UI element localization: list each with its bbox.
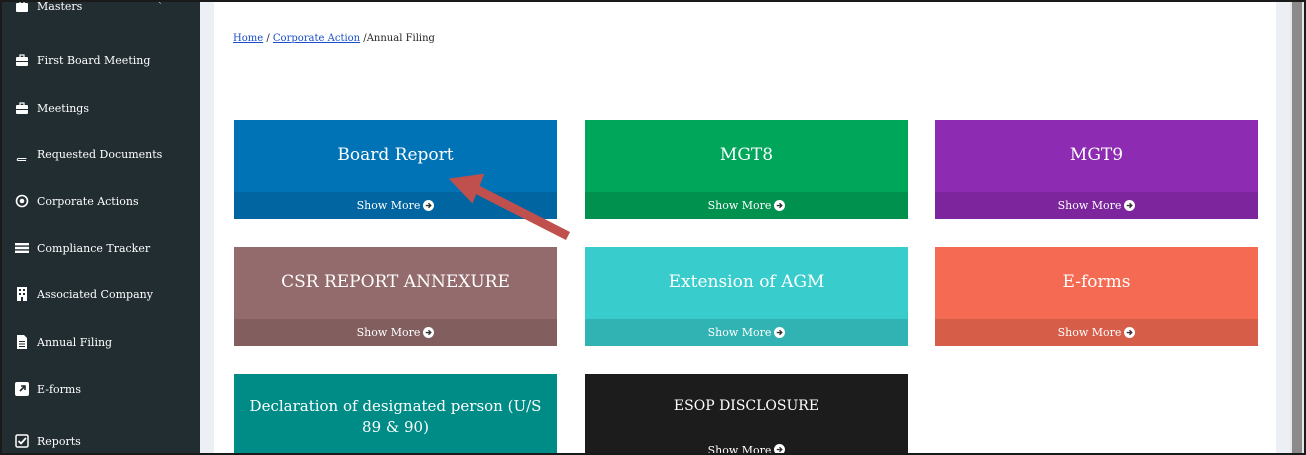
sidebar-item-label: First Board Meeting — [37, 53, 151, 67]
card-extension-of-agm[interactable]: Extension of AGM Show More — [585, 247, 908, 346]
sidebar-item-label: Meetings — [37, 101, 89, 115]
breadcrumb-current: Annual Filing — [366, 33, 435, 44]
scrollbar-thumb[interactable] — [1292, 2, 1302, 453]
sidebar-item-e-forms[interactable]: E-forms — [2, 369, 200, 409]
card-mgt8[interactable]: MGT8 Show More — [585, 120, 908, 219]
card-title: CSR REPORT ANNEXURE — [281, 272, 510, 293]
show-more-link[interactable]: Show More — [234, 319, 557, 346]
sidebar-item-meetings[interactable]: Meetings — [2, 88, 200, 128]
book-icon — [15, 147, 29, 161]
briefcase-icon — [15, 101, 29, 115]
arrow-circle-right-icon — [423, 327, 435, 338]
briefcase-icon — [15, 0, 29, 13]
sidebar-item-reports[interactable]: Reports — [2, 421, 200, 455]
show-more-label: Show More — [1057, 199, 1122, 212]
sidebar-item-label: Annual Filing — [37, 335, 113, 349]
check-square-icon — [15, 434, 29, 448]
card-title: ESOP DISCLOSURE — [673, 398, 820, 415]
dot-circle-icon — [15, 194, 29, 208]
sidebar-item-requested-documents[interactable]: Requested Documents — [2, 134, 200, 174]
vertical-scrollbar[interactable] — [1290, 0, 1304, 455]
content-gutter-left — [200, 0, 214, 455]
card-declaration-of-designated-person[interactable]: Declaration of designated person (U/S 89… — [234, 374, 557, 455]
content-gutter-right — [1276, 0, 1290, 455]
show-more-label: Show More — [707, 199, 772, 212]
arrow-circle-right-icon — [423, 200, 435, 211]
arrow-circle-right-icon — [774, 444, 786, 455]
show-more-link[interactable]: Show More — [585, 319, 908, 346]
show-more-link[interactable]: Show More — [935, 319, 1258, 346]
show-more-link[interactable]: Show More — [935, 192, 1258, 219]
sidebar-item-label: Corporate Actions — [37, 194, 139, 208]
show-more-label: Show More — [707, 326, 772, 339]
card-title: Declaration of designated person (U/S 89… — [249, 397, 542, 436]
sidebar-item-label: Associated Company — [37, 287, 153, 301]
breadcrumb-separator: / — [263, 33, 273, 44]
arrow-circle-right-icon — [1124, 200, 1136, 211]
sidebar-item-masters[interactable]: Masters ‹ — [2, 0, 200, 20]
sidebar: Masters ‹ First Board Meeting Meetings R… — [2, 0, 200, 455]
arrow-circle-right-icon — [774, 327, 786, 338]
file-icon — [15, 335, 29, 349]
sidebar-item-compliance-tracker[interactable]: Compliance Tracker — [2, 228, 200, 268]
show-more-label: Show More — [707, 444, 772, 455]
sidebar-item-corporate-actions[interactable]: Corporate Actions — [2, 181, 200, 221]
sidebar-item-label: E-forms — [37, 382, 81, 396]
building-icon — [15, 287, 29, 301]
show-more-label: Show More — [356, 326, 421, 339]
breadcrumb: Home / Corporate Action /Annual Filing — [233, 33, 435, 44]
external-link-icon — [15, 382, 29, 396]
sidebar-item-label: Reports — [37, 434, 81, 448]
card-mgt9[interactable]: MGT9 Show More — [935, 120, 1258, 219]
sidebar-item-label: Compliance Tracker — [37, 241, 151, 255]
sidebar-item-first-board-meeting[interactable]: First Board Meeting — [2, 40, 200, 80]
card-board-report[interactable]: Board Report Show More — [234, 120, 557, 219]
card-title: MGT8 — [719, 145, 774, 166]
card-title: Board Report — [337, 145, 454, 166]
show-more-label: Show More — [356, 199, 421, 212]
card-csr-report-annexure[interactable]: CSR REPORT ANNEXURE Show More — [234, 247, 557, 346]
card-e-forms[interactable]: E-forms Show More — [935, 247, 1258, 346]
list-icon — [15, 241, 29, 255]
show-more-link[interactable]: Show More — [585, 192, 908, 219]
card-title: E-forms — [1062, 272, 1131, 293]
sidebar-item-label: Requested Documents — [37, 147, 163, 161]
chevron-left-icon[interactable]: ‹ — [157, 0, 162, 8]
show-more-link[interactable]: Show More — [585, 440, 908, 455]
show-more-label: Show More — [1057, 326, 1122, 339]
show-more-link[interactable]: Show More — [234, 192, 557, 219]
card-title: MGT9 — [1069, 145, 1124, 166]
sidebar-item-annual-filing[interactable]: Annual Filing — [2, 322, 200, 362]
arrow-circle-right-icon — [1124, 327, 1136, 338]
card-esop-disclosure[interactable]: ESOP DISCLOSURE Show More — [585, 374, 908, 455]
card-title: Extension of AGM — [668, 272, 825, 293]
sidebar-item-associated-company[interactable]: Associated Company — [2, 274, 200, 314]
breadcrumb-corporate-action-link[interactable]: Corporate Action — [273, 33, 360, 44]
sidebar-item-label: Masters — [37, 0, 83, 13]
breadcrumb-home-link[interactable]: Home — [233, 33, 263, 44]
arrow-circle-right-icon — [774, 200, 786, 211]
briefcase-icon — [15, 53, 29, 67]
